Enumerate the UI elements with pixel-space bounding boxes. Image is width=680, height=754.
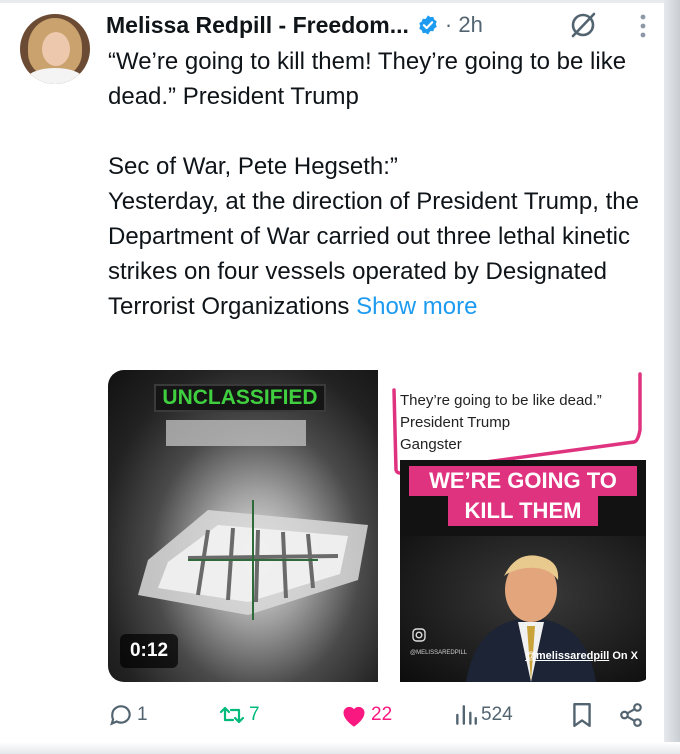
action-bar: 1 7 22 524: [108, 698, 653, 732]
show-more-link[interactable]: Show more: [356, 293, 477, 320]
more-icon[interactable]: [638, 12, 648, 40]
grok-icon[interactable]: [568, 10, 598, 40]
views-icon: [456, 705, 477, 725]
bookmark-button[interactable]: [570, 698, 597, 732]
author-name[interactable]: Melissa Redpill - Freedom...: [106, 12, 409, 39]
like-button[interactable]: 22: [340, 698, 392, 732]
trump-video-frame: WE’RE GOING TO KILL THEM @MELISSAREDPILL…: [400, 460, 646, 682]
post-text: “We’re going to kill them! They’re going…: [108, 44, 658, 324]
views-count: 524: [481, 704, 513, 725]
window-edge-right: [664, 0, 680, 754]
share-button[interactable]: [618, 698, 647, 732]
redacted-block: [166, 420, 306, 446]
window-edge-top: [0, 0, 680, 3]
repost-count: 7: [249, 704, 260, 725]
window-edge-bottom: [0, 742, 680, 754]
vessel-image: [138, 500, 368, 620]
verified-badge-icon: [419, 15, 437, 35]
reply-count: 1: [137, 704, 148, 725]
banner-line-1: WE’RE GOING TO: [409, 466, 637, 496]
share-icon: [620, 703, 642, 727]
repost-button[interactable]: 7: [218, 698, 260, 732]
source-handle: @melissaredpill On X: [525, 650, 638, 662]
repost-icon: [219, 706, 245, 724]
instagram-icon: [412, 628, 426, 642]
video-duration: 0:12: [120, 634, 178, 668]
views-button[interactable]: 524: [454, 698, 513, 732]
like-icon: [343, 706, 365, 727]
post-header: Melissa Redpill - Freedom... · 2h: [106, 10, 483, 40]
reply-icon: [110, 705, 131, 726]
video-thumbnail[interactable]: UNCLASSIFIED 0:12: [108, 370, 378, 682]
like-count: 22: [371, 704, 393, 725]
post-body: “We’re going to kill them! They’re going…: [108, 48, 639, 320]
bookmark-icon: [573, 702, 591, 728]
headline-banner: WE’RE GOING TO KILL THEM: [402, 460, 644, 530]
unclassified-label: UNCLASSIFIED: [154, 384, 326, 412]
post-media[interactable]: UNCLASSIFIED 0:12 They’re going to be li…: [108, 370, 653, 682]
post-timestamp[interactable]: · 2h: [445, 12, 483, 38]
banner-line-2: KILL THEM: [448, 496, 598, 526]
watermark-text: @MELISSAREDPILL: [410, 650, 468, 656]
author-avatar[interactable]: [20, 14, 90, 84]
reply-button[interactable]: 1: [108, 698, 148, 732]
image-thumbnail[interactable]: They’re going to be like dead.” Presiden…: [384, 370, 653, 682]
